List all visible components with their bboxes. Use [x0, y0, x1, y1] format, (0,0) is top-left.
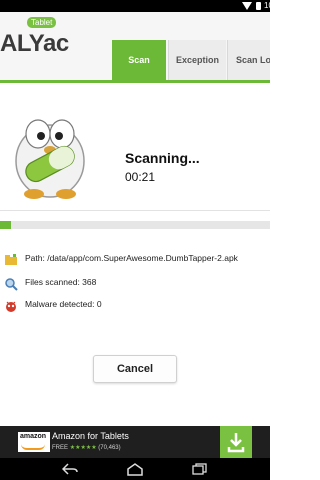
elapsed-time: 00:21: [125, 170, 156, 184]
status-time: 10: [264, 1, 273, 10]
recents-icon[interactable]: [192, 463, 208, 475]
tab-scan-log[interactable]: Scan Log: [227, 40, 270, 80]
cancel-button[interactable]: Cancel: [93, 355, 177, 383]
download-icon[interactable]: [220, 426, 252, 458]
divider: [0, 210, 270, 211]
ad-title: Amazon for Tablets: [52, 431, 129, 441]
malware-detected: Malware detected: 0: [25, 299, 102, 309]
tab-exception[interactable]: Exception: [168, 40, 226, 80]
bug-icon: [6, 301, 16, 312]
back-icon[interactable]: [62, 463, 78, 475]
home-icon[interactable]: [126, 462, 144, 476]
scan-progress-fill: [0, 221, 11, 229]
app-logo: ALYac: [0, 30, 69, 57]
rating-stars-icon: ★★★★★: [69, 445, 97, 451]
scan-status-title: Scanning...: [125, 150, 200, 166]
tab-scan[interactable]: Scan: [112, 40, 166, 80]
scan-progress-bar: [0, 221, 270, 229]
malware-detected-row: Malware detected: 0: [0, 297, 270, 315]
ad-price: FREE: [52, 445, 69, 451]
mascot-character: [15, 119, 85, 199]
ad-review-count: (70,463): [98, 445, 121, 451]
path-row: Path: /data/app/com.SuperAwesome.DumbTap…: [0, 251, 270, 269]
files-scanned: Files scanned: 368: [25, 277, 97, 287]
folder-icon: [5, 254, 17, 265]
status-bar: 10: [0, 0, 273, 12]
amazon-logo: amazon: [18, 432, 50, 452]
search-icon: [5, 278, 18, 291]
amazon-smile-icon: [21, 444, 45, 450]
ad-brand: amazon: [20, 433, 47, 440]
files-scanned-row: Files scanned: 368: [0, 275, 270, 293]
ad-rating: FREE ★★★★★ (70,463): [52, 444, 121, 451]
navigation-bar: [0, 458, 270, 480]
scan-path: Path: /data/app/com.SuperAwesome.DumbTap…: [25, 253, 238, 263]
battery-icon: [256, 2, 261, 10]
edition-tag: Tablet: [27, 17, 57, 28]
wifi-icon: [242, 2, 252, 10]
